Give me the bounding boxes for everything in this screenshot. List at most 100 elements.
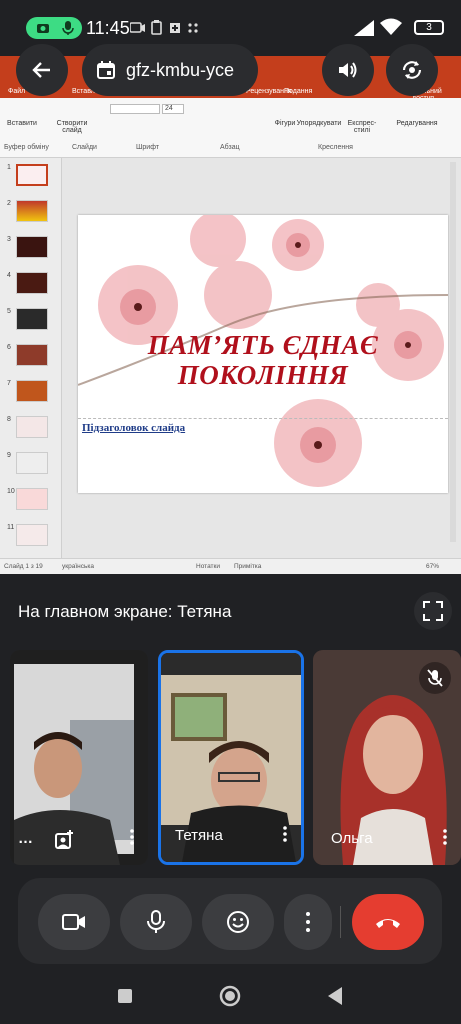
ppt-ribbon: Вставити Створити слайд 24 Фігури Упоряд… — [0, 98, 461, 158]
tab-view[interactable]: Подання — [284, 88, 312, 95]
mic-toggle-button[interactable] — [120, 894, 192, 950]
reactions-button[interactable] — [202, 894, 274, 950]
participant-name-3: Ольга — [331, 830, 373, 847]
meeting-code: gfz-kmbu-yce — [126, 60, 235, 80]
group-drawing: Креслення — [318, 144, 353, 151]
more-options-button[interactable] — [284, 894, 332, 950]
canvas-scrollbar[interactable] — [450, 162, 456, 542]
slide-canvas: ПАМ’ЯТЬ ЄДНАЄ ПОКОЛІННЯ Підзаголовок сла… — [62, 158, 461, 558]
thumb-number: 4 — [7, 272, 11, 279]
thumb-number: 1 — [7, 164, 11, 171]
participant-tile-3[interactable]: Ольга — [313, 650, 461, 865]
mic-icon — [147, 910, 165, 933]
thumb-number: 5 — [7, 308, 11, 315]
editing-button[interactable]: Редагування — [392, 120, 442, 127]
videocam-icon — [62, 914, 85, 930]
camera-toggle-button[interactable] — [38, 894, 110, 950]
tab-file[interactable]: Файл — [8, 88, 25, 95]
ppt-status-bar: Слайд 1 з 19 українська Нотатки Примітка… — [0, 558, 461, 574]
slide-title-line-1: ПАМ’ЯТЬ ЄДНАЄ — [147, 330, 379, 360]
quick-styles-button[interactable]: Експрес-стилі — [344, 120, 380, 134]
thumbnail-slide-2[interactable] — [16, 200, 48, 222]
audio-output-button[interactable] — [322, 44, 374, 96]
paste-button[interactable]: Вставити — [4, 120, 40, 127]
switch-camera-button[interactable] — [386, 44, 438, 96]
battery-indicator: 3 — [414, 20, 444, 35]
active-sensors-pill — [26, 17, 82, 39]
recents-icon[interactable] — [117, 988, 133, 1004]
more-vert-icon — [306, 912, 310, 932]
mic-off-icon — [427, 669, 443, 687]
shared-screen: Файл Вставлення Рецензування Подання Спі… — [0, 56, 461, 574]
thumb-number: 9 — [7, 452, 11, 459]
muted-indicator — [419, 662, 451, 694]
thumb-number: 11 — [7, 524, 15, 531]
camera-icon — [37, 24, 49, 33]
participant-tile-2[interactable]: Тетяна — [158, 650, 304, 865]
thumb-number: 8 — [7, 416, 11, 423]
controls-divider — [340, 906, 341, 938]
system-nav-bar — [0, 968, 461, 1024]
signal-icon — [354, 20, 374, 36]
font-size-box[interactable]: 24 — [162, 104, 184, 114]
group-paragraph: Абзац — [220, 144, 240, 151]
add-effects-icon[interactable] — [54, 830, 74, 850]
notes-button[interactable]: Нотатки — [196, 563, 220, 570]
thumb-number: 10 — [7, 488, 15, 495]
thumb-number: 6 — [7, 344, 11, 351]
notification-icons — [130, 20, 198, 35]
mic-icon — [62, 21, 74, 35]
calendar-icon — [97, 61, 115, 79]
end-call-button[interactable] — [352, 894, 424, 950]
emoji-icon — [227, 911, 249, 933]
comments-button[interactable]: Примітка — [234, 563, 261, 570]
call-controls — [18, 878, 442, 964]
slide-subtitle[interactable]: Підзаголовок слайда — [82, 422, 185, 434]
thumb-number: 7 — [7, 380, 11, 387]
thumbnail-slide-1[interactable] — [16, 164, 48, 186]
group-clipboard: Буфер обміну — [4, 144, 49, 151]
switch-camera-icon — [402, 61, 422, 79]
slide-title-line-2: ПОКОЛІННЯ — [177, 360, 349, 390]
participant-tile-1[interactable]: … — [10, 650, 148, 865]
fullscreen-button[interactable] — [414, 592, 452, 630]
more-vert-icon[interactable] — [130, 829, 134, 845]
participant-name-1: … — [18, 830, 33, 847]
meeting-code-pill[interactable]: gfz-kmbu-yce — [82, 44, 258, 96]
back-nav-icon[interactable] — [326, 986, 344, 1006]
speaker-icon — [339, 62, 357, 78]
slide-title[interactable]: ПАМ’ЯТЬ ЄДНАЄ ПОКОЛІННЯ — [78, 330, 448, 390]
back-button[interactable] — [16, 44, 68, 96]
language-status: українська — [62, 563, 94, 570]
thumbnail-slide-6[interactable] — [16, 344, 48, 366]
font-name-box[interactable] — [110, 104, 160, 114]
thumbnail-slide-9[interactable] — [16, 452, 48, 474]
shapes-button[interactable]: Фігури — [272, 120, 298, 127]
thumbnail-slide-4[interactable] — [16, 272, 48, 294]
zoom-level[interactable]: 67% — [426, 563, 439, 570]
group-font: Шрифт — [136, 144, 160, 151]
arrange-button[interactable]: Упорядкувати — [296, 120, 342, 127]
thumb-number: 2 — [7, 200, 11, 207]
home-icon[interactable] — [218, 984, 242, 1008]
fullscreen-icon — [423, 601, 443, 621]
call-end-icon — [376, 919, 400, 928]
thumbnail-slide-3[interactable] — [16, 236, 48, 258]
screen-share-label: На главном экране: Тетяна — [18, 602, 232, 621]
more-vert-icon[interactable] — [283, 826, 287, 842]
thumbnail-slide-11[interactable] — [16, 524, 48, 546]
more-vert-icon[interactable] — [443, 829, 447, 845]
participant-name-2: Тетяна — [175, 827, 223, 844]
thumbnail-slide-8[interactable] — [16, 416, 48, 438]
clock: 11:45 — [86, 18, 130, 38]
current-slide[interactable]: ПАМ’ЯТЬ ЄДНАЄ ПОКОЛІННЯ Підзаголовок сла… — [78, 215, 448, 493]
arrow-back-icon — [32, 62, 50, 78]
new-slide-button[interactable]: Створити слайд — [52, 120, 92, 134]
thumbnail-slide-5[interactable] — [16, 308, 48, 330]
slide-counter: Слайд 1 з 19 — [4, 563, 43, 570]
thumb-number: 3 — [7, 236, 11, 243]
group-slides: Слайди — [72, 144, 97, 151]
thumbnail-slide-10[interactable] — [16, 488, 48, 510]
thumbnail-slide-7[interactable] — [16, 380, 48, 402]
slide-thumbnails: 1 2 3 4 5 6 7 8 9 10 11 — [0, 158, 62, 558]
